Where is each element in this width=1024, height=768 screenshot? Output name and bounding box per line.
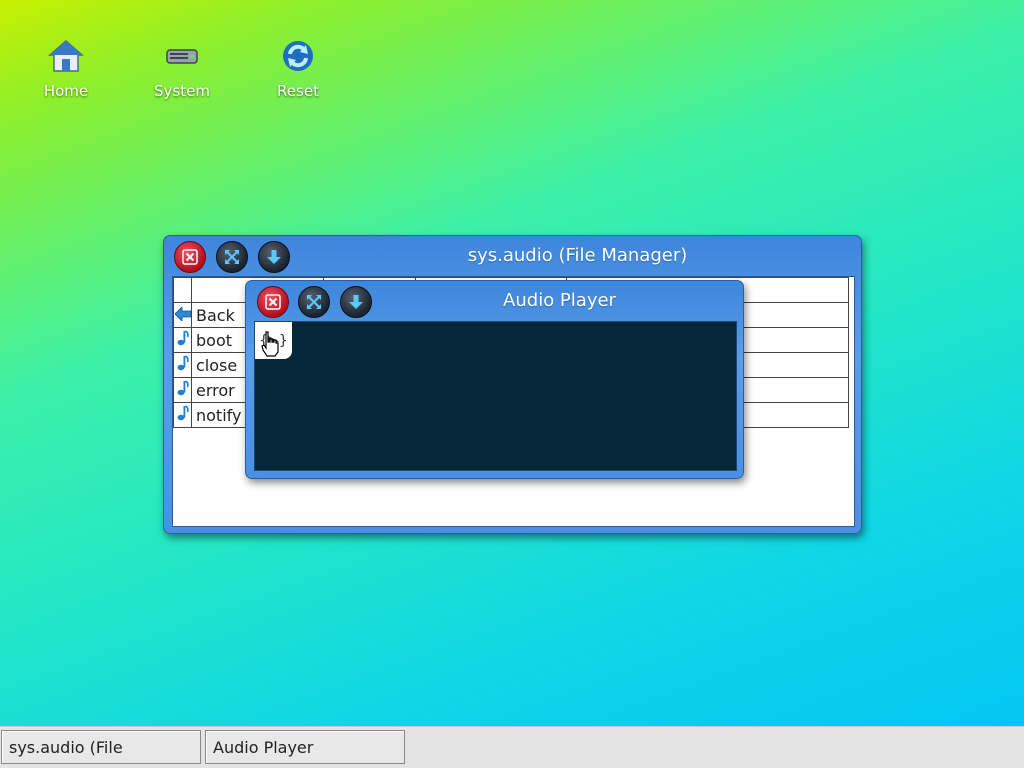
maximize-button[interactable] xyxy=(216,241,248,273)
reset-icon xyxy=(280,38,316,74)
desktop-icon-home[interactable]: Home xyxy=(26,38,106,100)
close-button[interactable] xyxy=(257,286,289,318)
play-button-label: {▶} xyxy=(259,332,288,349)
taskbar-item-audio-player[interactable]: Audio Player xyxy=(205,730,405,764)
drive-icon xyxy=(164,38,200,74)
table-header-cell[interactable] xyxy=(173,277,192,303)
window-title: Audio Player xyxy=(503,290,616,311)
maximize-button[interactable] xyxy=(298,286,330,318)
taskbar: sys.audio (File Manager) Audio Player xyxy=(0,726,1024,768)
maximize-icon xyxy=(225,250,239,264)
audio-player-window[interactable]: Audio Player {▶} xyxy=(245,280,744,479)
music-note-icon xyxy=(177,405,189,421)
desktop-icon-label: System xyxy=(154,82,210,100)
home-icon xyxy=(48,38,84,74)
maximize-icon xyxy=(307,295,321,309)
audio-player-titlebar[interactable]: Audio Player xyxy=(246,281,743,321)
close-icon xyxy=(182,249,198,265)
close-icon xyxy=(265,294,281,310)
file-manager-titlebar[interactable]: sys.audio (File Manager) xyxy=(164,236,861,276)
music-note-icon xyxy=(177,330,189,346)
arrow-down-icon xyxy=(267,250,281,264)
window-title: sys.audio (File Manager) xyxy=(467,245,688,266)
taskbar-item-file-manager[interactable]: sys.audio (File Manager) xyxy=(1,730,201,764)
minimize-button[interactable] xyxy=(258,241,290,273)
desktop-icon-reset[interactable]: Reset xyxy=(258,38,338,100)
desktop-icon-system[interactable]: System xyxy=(142,38,222,100)
desktop-icon-label: Reset xyxy=(277,82,319,100)
back-arrow-icon xyxy=(174,305,191,322)
arrow-down-icon xyxy=(349,295,363,309)
audio-player-canvas[interactable]: {▶} xyxy=(254,321,737,471)
minimize-button[interactable] xyxy=(340,286,372,318)
play-button[interactable]: {▶} xyxy=(255,322,292,359)
music-note-icon xyxy=(177,380,189,396)
music-note-icon xyxy=(177,355,189,371)
desktop-icon-label: Home xyxy=(43,82,89,100)
close-button[interactable] xyxy=(174,241,206,273)
